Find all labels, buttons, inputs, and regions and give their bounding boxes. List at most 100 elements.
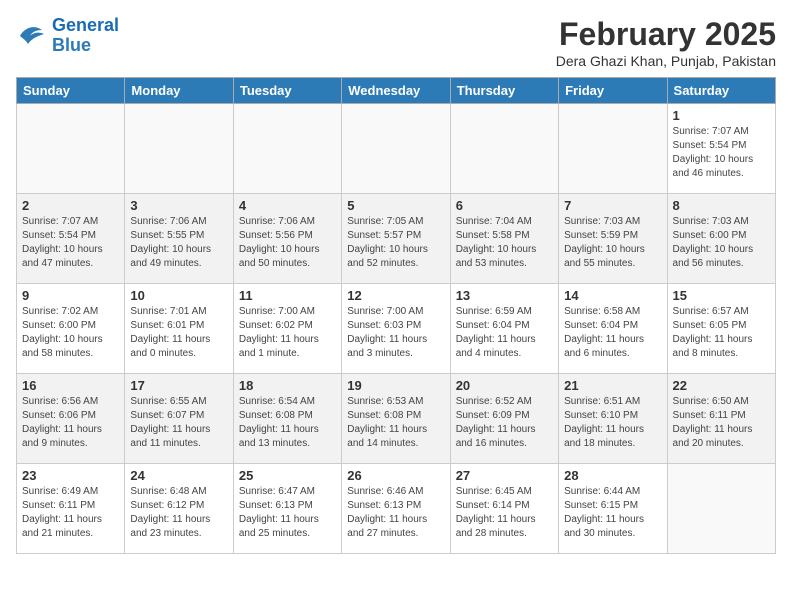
day-number: 24 <box>130 468 227 483</box>
week-row-2: 2 Sunrise: 7:07 AM Sunset: 5:54 PM Daylig… <box>17 194 776 284</box>
day-cell: 3 Sunrise: 7:06 AM Sunset: 5:55 PM Daylig… <box>125 194 233 284</box>
weekday-header-tuesday: Tuesday <box>233 78 341 104</box>
day-info: Sunrise: 7:02 AM Sunset: 6:00 PM Dayligh… <box>22 305 119 361</box>
day-cell: 25 Sunrise: 6:47 AM Sunset: 6:13 PM Dayli… <box>233 464 341 554</box>
day-number: 17 <box>130 378 227 393</box>
day-number: 22 <box>673 378 770 393</box>
day-number: 15 <box>673 288 770 303</box>
day-cell: 11 Sunrise: 7:00 AM Sunset: 6:02 PM Dayli… <box>233 284 341 374</box>
day-number: 6 <box>456 198 553 213</box>
weekday-header-thursday: Thursday <box>450 78 558 104</box>
day-info: Sunrise: 7:01 AM Sunset: 6:01 PM Dayligh… <box>130 305 227 361</box>
day-cell: 10 Sunrise: 7:01 AM Sunset: 6:01 PM Dayli… <box>125 284 233 374</box>
day-cell: 16 Sunrise: 6:56 AM Sunset: 6:06 PM Dayli… <box>17 374 125 464</box>
day-cell: 27 Sunrise: 6:45 AM Sunset: 6:14 PM Dayli… <box>450 464 558 554</box>
day-number: 5 <box>347 198 444 213</box>
month-title: February 2025 <box>556 16 776 53</box>
weekday-header-sunday: Sunday <box>17 78 125 104</box>
day-number: 23 <box>22 468 119 483</box>
day-info: Sunrise: 6:45 AM Sunset: 6:14 PM Dayligh… <box>456 485 553 541</box>
day-cell <box>233 104 341 194</box>
day-cell: 28 Sunrise: 6:44 AM Sunset: 6:15 PM Dayli… <box>559 464 667 554</box>
day-number: 12 <box>347 288 444 303</box>
day-number: 14 <box>564 288 661 303</box>
day-info: Sunrise: 7:06 AM Sunset: 5:55 PM Dayligh… <box>130 215 227 271</box>
day-number: 27 <box>456 468 553 483</box>
title-block: February 2025 Dera Ghazi Khan, Punjab, P… <box>556 16 776 69</box>
day-cell: 22 Sunrise: 6:50 AM Sunset: 6:11 PM Dayli… <box>667 374 775 464</box>
day-info: Sunrise: 7:04 AM Sunset: 5:58 PM Dayligh… <box>456 215 553 271</box>
day-info: Sunrise: 6:55 AM Sunset: 6:07 PM Dayligh… <box>130 395 227 451</box>
page-header: General Blue February 2025 Dera Ghazi Kh… <box>16 16 776 69</box>
day-cell: 23 Sunrise: 6:49 AM Sunset: 6:11 PM Dayli… <box>17 464 125 554</box>
logo-text: General Blue <box>52 16 119 56</box>
weekday-header-row: SundayMondayTuesdayWednesdayThursdayFrid… <box>17 78 776 104</box>
day-info: Sunrise: 6:52 AM Sunset: 6:09 PM Dayligh… <box>456 395 553 451</box>
day-cell <box>17 104 125 194</box>
day-info: Sunrise: 6:47 AM Sunset: 6:13 PM Dayligh… <box>239 485 336 541</box>
day-number: 20 <box>456 378 553 393</box>
day-cell: 15Sunrise: 6:57 AM Sunset: 6:05 PM Dayli… <box>667 284 775 374</box>
day-cell: 9 Sunrise: 7:02 AM Sunset: 6:00 PM Daylig… <box>17 284 125 374</box>
day-info: Sunrise: 6:46 AM Sunset: 6:13 PM Dayligh… <box>347 485 444 541</box>
day-cell: 8 Sunrise: 7:03 AM Sunset: 6:00 PM Daylig… <box>667 194 775 284</box>
day-cell: 24Sunrise: 6:48 AM Sunset: 6:12 PM Dayli… <box>125 464 233 554</box>
day-info: Sunrise: 6:50 AM Sunset: 6:11 PM Dayligh… <box>673 395 770 451</box>
day-info: Sunrise: 6:53 AM Sunset: 6:08 PM Dayligh… <box>347 395 444 451</box>
day-number: 26 <box>347 468 444 483</box>
day-cell <box>342 104 450 194</box>
day-cell: 20 Sunrise: 6:52 AM Sunset: 6:09 PM Dayli… <box>450 374 558 464</box>
day-number: 18 <box>239 378 336 393</box>
day-cell: 4 Sunrise: 7:06 AM Sunset: 5:56 PM Daylig… <box>233 194 341 284</box>
weekday-header-friday: Friday <box>559 78 667 104</box>
day-cell <box>559 104 667 194</box>
calendar-table: SundayMondayTuesdayWednesdayThursdayFrid… <box>16 77 776 554</box>
day-info: Sunrise: 7:05 AM Sunset: 5:57 PM Dayligh… <box>347 215 444 271</box>
day-cell: 2 Sunrise: 7:07 AM Sunset: 5:54 PM Daylig… <box>17 194 125 284</box>
day-cell: 14Sunrise: 6:58 AM Sunset: 6:04 PM Dayli… <box>559 284 667 374</box>
day-cell: 18 Sunrise: 6:54 AM Sunset: 6:08 PM Dayli… <box>233 374 341 464</box>
day-info: Sunrise: 7:03 AM Sunset: 6:00 PM Dayligh… <box>673 215 770 271</box>
day-info: Sunrise: 7:00 AM Sunset: 6:02 PM Dayligh… <box>239 305 336 361</box>
day-cell: 5 Sunrise: 7:05 AM Sunset: 5:57 PM Daylig… <box>342 194 450 284</box>
weekday-header-monday: Monday <box>125 78 233 104</box>
day-cell: 19 Sunrise: 6:53 AM Sunset: 6:08 PM Dayli… <box>342 374 450 464</box>
week-row-1: 1Sunrise: 7:07 AM Sunset: 5:54 PM Daylig… <box>17 104 776 194</box>
day-cell: 17 Sunrise: 6:55 AM Sunset: 6:07 PM Dayli… <box>125 374 233 464</box>
day-number: 13 <box>456 288 553 303</box>
day-number: 16 <box>22 378 119 393</box>
weekday-header-wednesday: Wednesday <box>342 78 450 104</box>
day-number: 25 <box>239 468 336 483</box>
day-info: Sunrise: 7:06 AM Sunset: 5:56 PM Dayligh… <box>239 215 336 271</box>
day-info: Sunrise: 6:51 AM Sunset: 6:10 PM Dayligh… <box>564 395 661 451</box>
day-number: 8 <box>673 198 770 213</box>
day-number: 11 <box>239 288 336 303</box>
day-number: 2 <box>22 198 119 213</box>
day-info: Sunrise: 6:49 AM Sunset: 6:11 PM Dayligh… <box>22 485 119 541</box>
day-number: 19 <box>347 378 444 393</box>
day-info: Sunrise: 7:07 AM Sunset: 5:54 PM Dayligh… <box>22 215 119 271</box>
location: Dera Ghazi Khan, Punjab, Pakistan <box>556 53 776 69</box>
day-number: 21 <box>564 378 661 393</box>
day-info: Sunrise: 6:54 AM Sunset: 6:08 PM Dayligh… <box>239 395 336 451</box>
day-number: 4 <box>239 198 336 213</box>
day-info: Sunrise: 6:56 AM Sunset: 6:06 PM Dayligh… <box>22 395 119 451</box>
day-cell <box>667 464 775 554</box>
day-number: 3 <box>130 198 227 213</box>
day-info: Sunrise: 7:03 AM Sunset: 5:59 PM Dayligh… <box>564 215 661 271</box>
day-info: Sunrise: 7:07 AM Sunset: 5:54 PM Dayligh… <box>673 125 770 181</box>
day-number: 28 <box>564 468 661 483</box>
day-cell: 12Sunrise: 7:00 AM Sunset: 6:03 PM Dayli… <box>342 284 450 374</box>
day-number: 9 <box>22 288 119 303</box>
day-cell: 1Sunrise: 7:07 AM Sunset: 5:54 PM Daylig… <box>667 104 775 194</box>
day-cell: 7 Sunrise: 7:03 AM Sunset: 5:59 PM Daylig… <box>559 194 667 284</box>
logo: General Blue <box>16 16 119 56</box>
logo-icon <box>16 22 48 50</box>
day-number: 7 <box>564 198 661 213</box>
week-row-4: 16 Sunrise: 6:56 AM Sunset: 6:06 PM Dayli… <box>17 374 776 464</box>
day-number: 10 <box>130 288 227 303</box>
day-info: Sunrise: 6:44 AM Sunset: 6:15 PM Dayligh… <box>564 485 661 541</box>
weekday-header-saturday: Saturday <box>667 78 775 104</box>
logo-line1: General <box>52 15 119 35</box>
day-cell <box>125 104 233 194</box>
